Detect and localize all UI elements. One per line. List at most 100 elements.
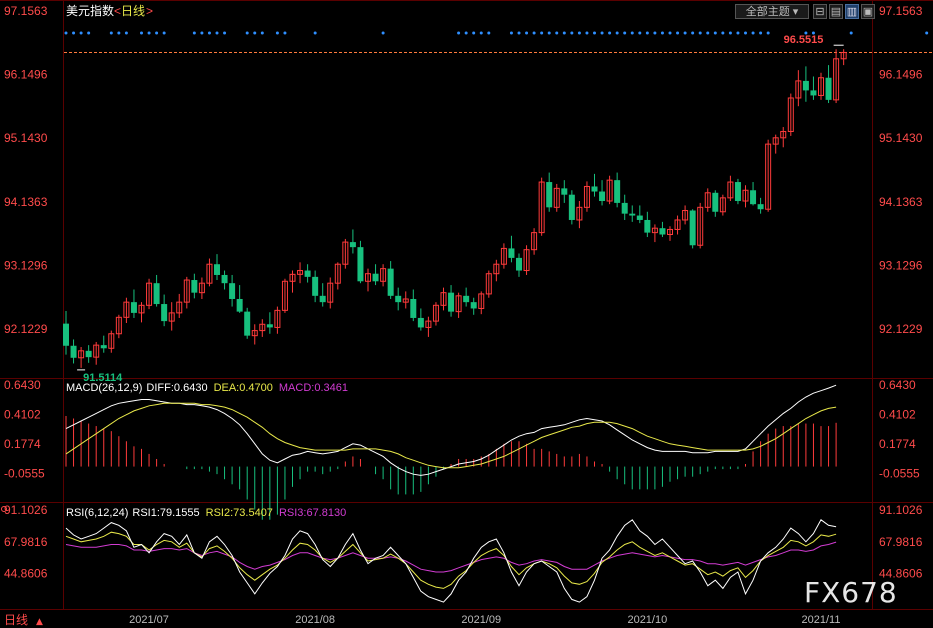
macd-title: MACD(26,12,9) DIFF:0.6430 DEA:0.4700 MACD:0… — [66, 382, 348, 394]
candle-body — [100, 345, 107, 349]
signal-dot — [683, 31, 687, 35]
signal-dot — [736, 31, 740, 35]
period-selector-open[interactable]: < — [114, 4, 121, 18]
candle-body — [244, 311, 251, 336]
macd-tick-left: 0.1774 — [4, 437, 41, 451]
price-tick-left: 92.1229 — [4, 322, 48, 336]
candle-body — [161, 304, 168, 322]
rsi1-label: RSI1:79.1555 — [132, 507, 199, 519]
rsi3-label: RSI3:67.8130 — [279, 507, 346, 519]
signal-dot — [313, 31, 317, 35]
bottom-period-arrow-icon[interactable]: ▲ — [36, 617, 43, 627]
candlestick-series — [63, 44, 847, 371]
layout-button-4[interactable]: ▣ — [861, 4, 875, 19]
candle-body — [599, 191, 606, 202]
signal-dot — [260, 31, 264, 35]
candle-body — [312, 276, 319, 296]
rsi-tick-right: 67.9816 — [879, 535, 923, 549]
candle-body — [734, 182, 741, 202]
candle-body — [636, 215, 643, 220]
signal-dot — [623, 31, 627, 35]
signal-dot — [155, 31, 159, 35]
candle-body — [214, 264, 220, 275]
signal-dot — [638, 31, 642, 35]
signal-dot — [570, 31, 574, 35]
signal-dot — [509, 31, 513, 35]
candle-body — [659, 228, 666, 235]
signal-dot — [615, 31, 619, 35]
signal-dot — [766, 31, 770, 35]
macd-diff-label: DIFF:0.6430 — [146, 382, 207, 394]
macd-tick-right: 0.1774 — [879, 437, 916, 451]
layout-button-1[interactable]: ⊟ — [813, 4, 827, 19]
rsi2-label: RSI2:73.5407 — [206, 507, 273, 519]
signal-dot — [645, 31, 649, 35]
signal-dot — [547, 31, 551, 35]
rsi-y-axis-right: 91.102667.981644.8606 — [879, 503, 923, 580]
signal-dot — [109, 31, 113, 35]
candle-body — [561, 188, 568, 195]
layout-button-3[interactable]: ▥ — [845, 4, 859, 19]
chart-title: 美元指数 — [66, 3, 114, 18]
rsi-y-axis-left: 91.1026 67.9816 44.8606 — [4, 503, 48, 580]
signal-dot — [721, 31, 725, 35]
period-selector-close[interactable]: > — [146, 4, 153, 18]
x-axis: 2021/07 2021/08 2021/09 2021/10 2021/11 — [129, 614, 840, 626]
layout-button-2[interactable]: ▤ — [829, 4, 843, 19]
rsi-params: RSI(6,12,24) — [66, 507, 128, 519]
macd-tick-right: 0.6430 — [879, 378, 916, 392]
signal-dot — [215, 31, 219, 35]
signal-dot — [275, 31, 279, 35]
candle-body — [568, 194, 575, 220]
candle-body — [410, 298, 417, 318]
candle-body — [387, 268, 394, 296]
layout-single-icon: ▣ — [862, 6, 874, 18]
x-tick-label: 2021/09 — [461, 614, 501, 626]
candle-body — [689, 210, 696, 246]
signal-dot — [192, 31, 196, 35]
macd-dea-label: DEA:0.4700 — [214, 382, 273, 394]
price-tick-right: 92.1229 — [879, 322, 923, 336]
signal-dot — [691, 31, 695, 35]
chart-canvas: 美元指数 < 日线 > 97.1563 96.1496 95.1430 94.1363… — [0, 0, 933, 627]
signal-dot — [925, 31, 929, 35]
signal-dot — [600, 31, 604, 35]
signal-dot — [744, 31, 747, 35]
signal-dot — [849, 31, 853, 35]
theme-dropdown[interactable]: 全部主题 ▾ — [735, 4, 809, 19]
bottom-period-label[interactable]: 日线 — [4, 613, 28, 627]
signal-dot — [472, 31, 476, 35]
x-tick-label: 2021/07 — [129, 614, 169, 626]
macd-tick-left: 0.6430 — [4, 378, 41, 392]
signal-dot — [64, 31, 68, 35]
price-tick-left: 96.1496 — [4, 68, 48, 82]
candle-body — [221, 274, 228, 284]
signal-dot — [253, 31, 257, 35]
candle-body — [395, 295, 402, 303]
signal-dot — [200, 31, 204, 35]
price-tick-right: 94.1363 — [879, 195, 923, 209]
candle-body — [236, 298, 243, 312]
candle-body — [266, 324, 273, 328]
price-tick-right: 95.1430 — [879, 131, 923, 145]
macd-params: MACD(26,12,9) — [66, 382, 142, 394]
price-y-axis-left: 97.1563 96.1496 95.1430 94.1363 93.1296 92.12… — [4, 4, 48, 336]
signal-dot — [124, 31, 128, 35]
max-price-label: 96.5515 — [784, 34, 824, 46]
candle-body — [614, 180, 621, 203]
x-tick-label: 2021/11 — [802, 614, 841, 626]
signal-dot — [162, 31, 166, 35]
price-tick-left: 94.1363 — [4, 195, 48, 209]
candle-body — [319, 295, 326, 303]
signal-dot — [464, 31, 468, 35]
rsi1-line — [65, 519, 837, 603]
signal-dot — [140, 31, 143, 35]
rsi-tick-right: 91.1026 — [879, 503, 923, 517]
period-selector[interactable]: 日线 — [121, 4, 145, 18]
candle-body — [644, 219, 651, 233]
price-tick-left: 97.1563 — [4, 4, 48, 18]
signal-dot — [706, 31, 710, 35]
signal-dot — [245, 31, 249, 35]
candle-body — [546, 182, 553, 208]
candle-body — [810, 90, 817, 96]
